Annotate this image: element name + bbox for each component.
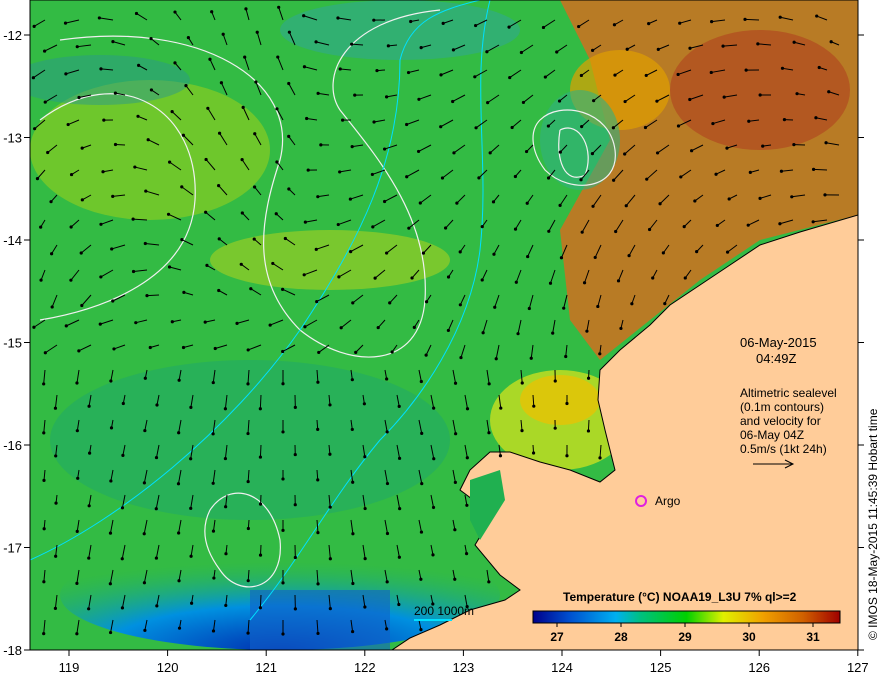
legend-line: (0.1m contours) <box>740 400 824 414</box>
lon-tick-label: 119 <box>59 660 80 675</box>
lon-tick-label: 124 <box>551 660 573 675</box>
colorbar-gradient <box>532 610 841 624</box>
lat-tick-label: -18 <box>3 643 22 658</box>
legend-line: 06-May 04Z <box>740 428 804 442</box>
lon-tick-label: 120 <box>157 660 179 675</box>
legend-line: and velocity for <box>740 414 821 428</box>
lat-tick-label: -16 <box>3 438 22 453</box>
lon-tick-label: 126 <box>748 660 770 675</box>
lon-tick-label: 122 <box>354 660 376 675</box>
colorbar-tick-label: 31 <box>806 630 820 644</box>
colorbar-tick-label: 29 <box>678 630 692 644</box>
date-label: 06-May-2015 <box>740 335 817 350</box>
legend-line: Altimetric sealevel <box>740 386 837 400</box>
colorbar-tick-label: 27 <box>550 630 564 644</box>
sst-field <box>30 0 858 650</box>
lat-tick-label: -13 <box>3 131 22 146</box>
argo-label: Argo <box>655 494 681 508</box>
sst-map: 119 120 121 122 123 124 125 126 127 -12 -13 -14 -15… <box>3 0 880 675</box>
longitude-axis: 119 120 121 122 123 124 125 126 127 <box>59 650 869 675</box>
lat-tick-label: -12 <box>3 28 22 43</box>
lat-tick-label: -15 <box>3 336 22 351</box>
lat-tick-label: -14 <box>3 233 22 248</box>
colorbar-title: Temperature (°C) NOAA19_L3U 7% ql>=2 <box>563 590 797 604</box>
lon-tick-label: 125 <box>650 660 672 675</box>
credit-text: © IMOS 18-May-2015 11:45:39 Hobart time <box>866 408 880 640</box>
time-label: 04:49Z <box>756 351 797 366</box>
lon-tick-label: 121 <box>255 660 277 675</box>
lon-tick-label: 127 <box>847 660 869 675</box>
lat-tick-label: -17 <box>3 541 22 556</box>
bathymetry-scale-label: 200 1000m <box>414 604 474 618</box>
colorbar-tick-label: 30 <box>742 630 756 644</box>
legend-line: 0.5m/s (1kt 24h) <box>740 442 827 456</box>
lon-tick-label: 123 <box>453 660 475 675</box>
colorbar-tick-label: 28 <box>614 630 628 644</box>
